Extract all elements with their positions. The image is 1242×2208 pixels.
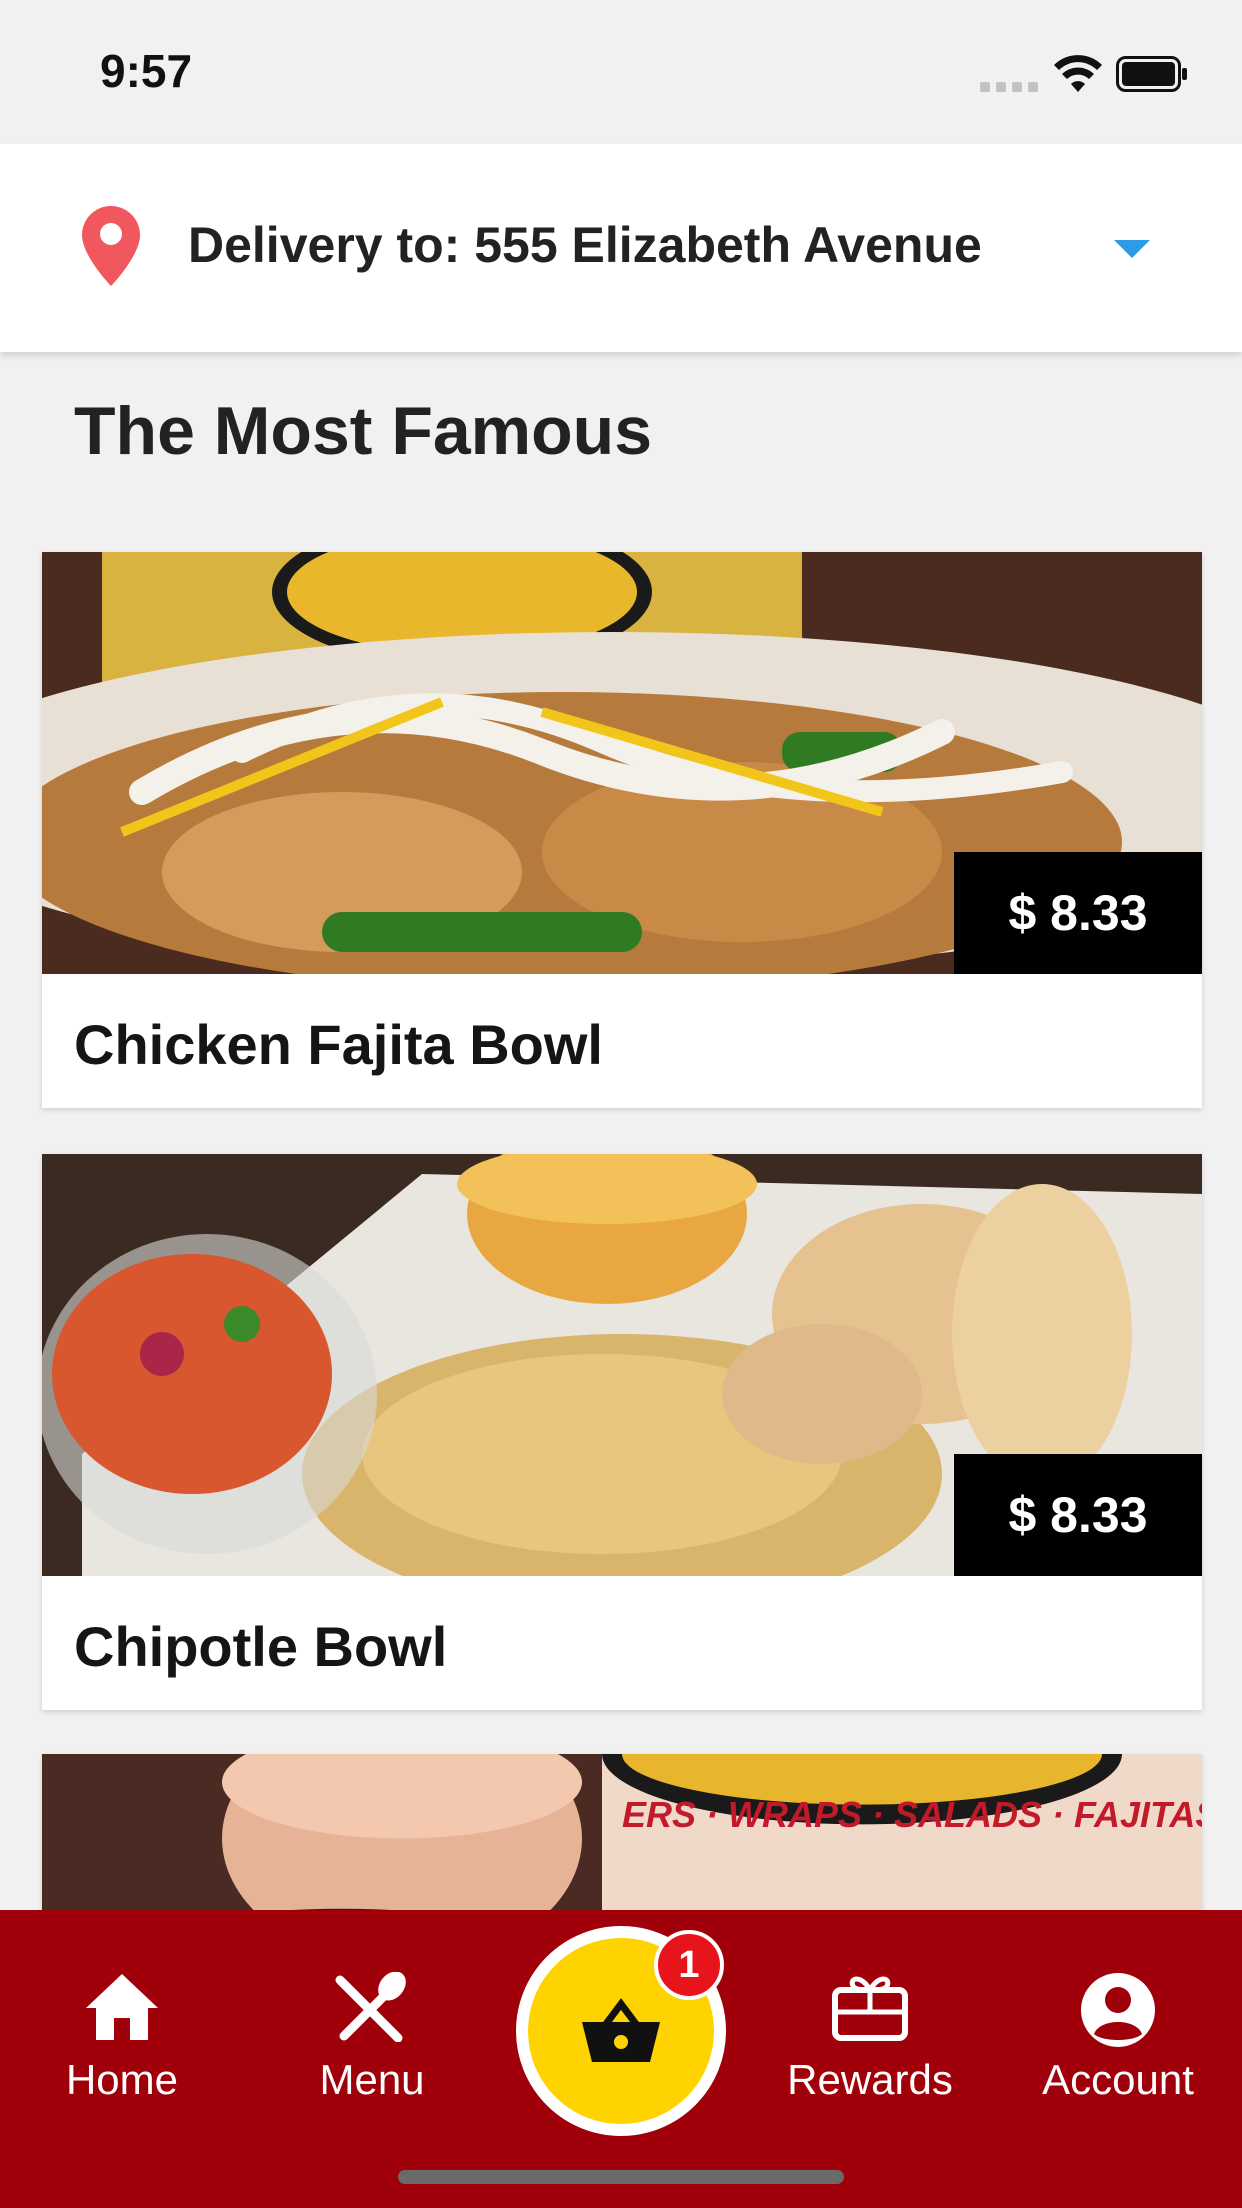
delivery-address-label: Delivery to: 555 Elizabeth Avenue	[188, 217, 982, 273]
nav-rewards[interactable]: Rewards	[770, 1972, 970, 2104]
nav-home-label: Home	[65, 2056, 179, 2103]
product-card[interactable]: $ 8.33 Chipotle Bowl	[42, 1154, 1202, 1710]
bottom-navigation: Home Menu 1 Rewards Account	[0, 1910, 1242, 2208]
status-time: 9:57	[100, 45, 193, 97]
nav-account-label: Account	[1042, 2056, 1194, 2103]
nav-home[interactable]: Home	[22, 1972, 222, 2104]
price-tag: $ 8.33	[954, 852, 1202, 974]
product-name: Chipotle Bowl	[74, 1615, 448, 1678]
price-tag: $ 8.33	[954, 1454, 1202, 1576]
status-bar: 9:57	[0, 0, 1242, 144]
wifi-icon	[1054, 55, 1102, 92]
gift-icon	[832, 1976, 908, 2041]
image-sign-text: ERS · WRAPS · SALADS · FAJITAS	[622, 1794, 1202, 1835]
nav-menu[interactable]: Menu	[272, 1972, 472, 2104]
cart-count-badge: 1	[654, 1930, 724, 2000]
location-pin-icon	[82, 206, 140, 286]
battery-icon	[1116, 56, 1187, 92]
home-icon	[86, 1974, 158, 2040]
signal-icon	[980, 80, 1040, 94]
delivery-address-selector[interactable]: Delivery to: 555 Elizabeth Avenue	[0, 144, 1242, 352]
dropdown-caret-icon[interactable]	[1114, 240, 1150, 258]
home-indicator	[398, 2170, 844, 2184]
product-name: Chicken Fajita Bowl	[74, 1013, 603, 1076]
nav-account[interactable]: Account	[1018, 1972, 1218, 2104]
nav-menu-label: Menu	[319, 2056, 425, 2103]
nav-rewards-label: Rewards	[787, 2056, 953, 2103]
menu-utensils-icon	[335, 1972, 406, 2042]
basket-icon	[582, 1998, 660, 2062]
product-card[interactable]: $ 8.33 Chicken Fajita Bowl	[42, 552, 1202, 1108]
section-title: The Most Famous	[74, 393, 653, 469]
account-icon	[1081, 1973, 1155, 2047]
